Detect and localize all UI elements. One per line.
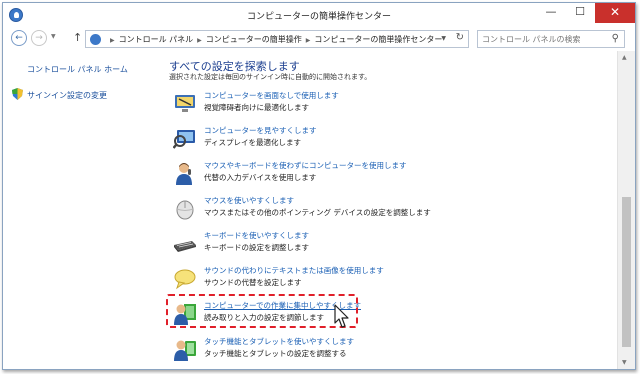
mouse-cursor-icon [334, 304, 349, 328]
title-bar: コンピューターの簡単操作センター — ☐ ✕ [3, 3, 635, 27]
item-description: タッチ機能とタブレットの設定を調整する [204, 349, 347, 358]
minimize-button[interactable]: — [537, 3, 565, 23]
item-description: ディスプレイを最適化します [204, 138, 301, 147]
scroll-up-icon[interactable]: ▲ [622, 54, 627, 61]
list-item: コンピューターを画面なしで使用します 視覚障碍者向けに最適化します [173, 89, 473, 121]
shield-icon [12, 88, 23, 100]
use-without-mouse-keyboard-link[interactable]: マウスやキーボードを使わずにコンピューターを使用します [204, 160, 407, 171]
item-description: サウンドの代替を設定します [204, 278, 302, 287]
vertical-scrollbar[interactable]: ▲ ▼ [617, 51, 635, 369]
monitor-off-icon [175, 95, 195, 112]
refresh-icon[interactable]: ↻ [456, 32, 464, 43]
list-item: コンピューターを見やすくします ディスプレイを最適化します [173, 124, 473, 156]
breadcrumb-control-panel[interactable]: コントロール パネル [119, 35, 194, 44]
recent-locations-icon[interactable]: ▼ [51, 33, 56, 40]
chevron-right-icon[interactable]: ▶ [306, 37, 311, 44]
address-bar[interactable]: ▶ コントロール パネル ▶ コンピューターの簡単操作 ▶ コンピューターの簡単操作センタ… [85, 30, 469, 48]
up-arrow-icon[interactable]: ↑ [73, 31, 82, 44]
scroll-thumb[interactable] [622, 197, 631, 347]
item-description: 視覚障碍者向けに最適化します [204, 103, 309, 112]
chevron-right-icon[interactable]: ▶ [110, 37, 115, 44]
list-item: マウスやキーボードを使わずにコンピューターを使用します 代替の入力デバイスを使用… [173, 159, 473, 191]
item-description: 代替の入力デバイスを使用します [204, 173, 317, 182]
item-description: マウスまたはその他のポインティング デバイスの設定を調整します [204, 208, 431, 217]
maximize-button[interactable]: ☐ [566, 3, 594, 23]
search-icon[interactable]: ⚲ [612, 33, 619, 44]
search-input[interactable] [482, 33, 602, 45]
magnifier-monitor-icon [173, 130, 195, 149]
close-button[interactable]: ✕ [595, 3, 635, 23]
breadcrumb: ▶ コントロール パネル ▶ コンピューターの簡単操作 ▶ コンピューターの簡単操作センタ… [106, 34, 442, 45]
left-nav-pane: コントロール パネル ホーム サインイン設定の変更 [3, 51, 153, 369]
alternatives-for-sounds-link[interactable]: サウンドの代わりにテキストまたは画像を使用します [204, 265, 384, 276]
breadcrumb-ease-of-access-center[interactable]: コンピューターの簡単操作センター [314, 35, 442, 44]
user-tablet-icon [174, 340, 196, 361]
keyboard-icon [174, 241, 196, 252]
forward-button[interactable]: → [31, 30, 47, 46]
user-microphone-icon [176, 163, 192, 185]
navigation-bar: ← → ▼ ↑ ▶ コントロール パネル ▶ コンピューターの簡単操作 ▶ コンピューター… [3, 27, 635, 51]
make-easier-to-see-link[interactable]: コンピューターを見やすくします [204, 125, 317, 136]
control-panel-icon [90, 34, 101, 45]
item-description: キーボードの設定を調整します [204, 243, 309, 252]
chevron-right-icon[interactable]: ▶ [197, 37, 202, 44]
control-panel-home-link[interactable]: コントロール パネル ホーム [27, 64, 128, 75]
search-box: ⚲ [477, 30, 625, 48]
list-item: マウスを使いやすくします マウスまたはその他のポインティング デバイスの設定を調… [173, 194, 473, 226]
list-item: キーボードを使いやすくします キーボードの設定を調整します [173, 229, 473, 261]
use-without-display-link[interactable]: コンピューターを画面なしで使用します [204, 90, 339, 101]
touch-tablet-link[interactable]: タッチ機能とタブレットを使いやすくします [204, 336, 354, 347]
breadcrumb-ease-of-access[interactable]: コンピューターの簡単操作 [206, 35, 302, 44]
list-item: タッチ機能とタブレットを使いやすくします タッチ機能とタブレットの設定を調整する [173, 335, 473, 367]
page-description: 選択された設定は毎回のサインイン時に自動的に開始されます。 [169, 73, 372, 81]
highlight-annotation [166, 294, 358, 328]
signin-settings-link[interactable]: サインイン設定の変更 [27, 90, 107, 101]
list-item: サウンドの代わりにテキストまたは画像を使用します サウンドの代替を設定します [173, 264, 473, 296]
scroll-down-icon[interactable]: ▼ [622, 359, 627, 366]
make-keyboard-easier-link[interactable]: キーボードを使いやすくします [204, 230, 309, 241]
make-mouse-easier-link[interactable]: マウスを使いやすくします [204, 195, 294, 206]
mouse-icon [176, 200, 194, 220]
speech-bubble-icon [174, 269, 196, 290]
back-button[interactable]: ← [11, 30, 27, 46]
chevron-down-icon[interactable]: ▼ [441, 35, 446, 42]
